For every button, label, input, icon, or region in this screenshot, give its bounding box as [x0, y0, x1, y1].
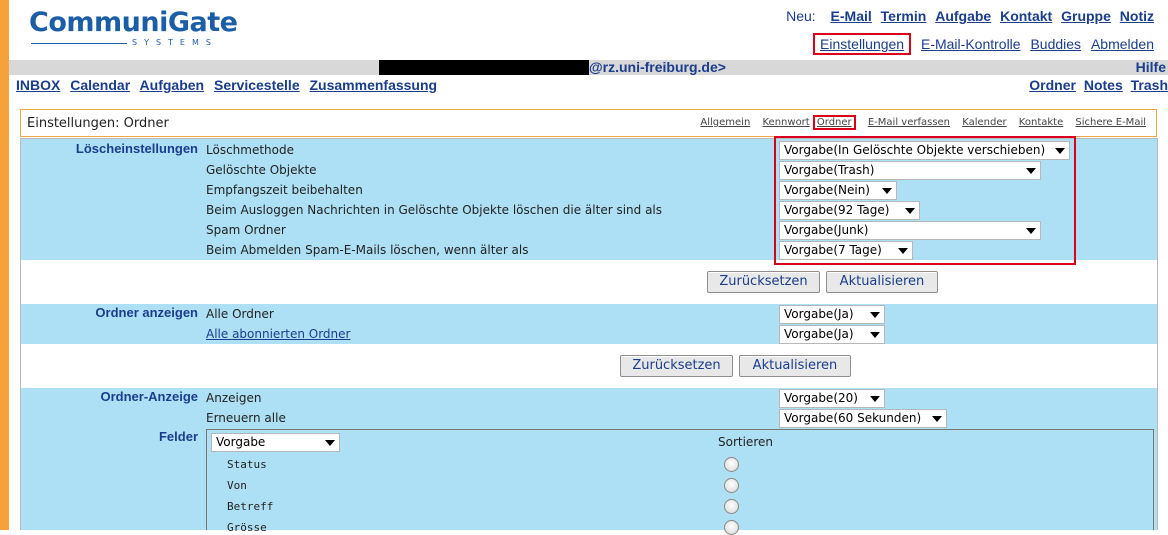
- new-item-menu: Neu: E-Mail Termin Aufgabe Kontakt Grupp…: [786, 8, 1154, 24]
- abmelden-link[interactable]: Abmelden: [1091, 36, 1154, 52]
- chevron-down-icon: [870, 332, 880, 338]
- fields-preset-select[interactable]: Vorgabe: [211, 433, 340, 452]
- anzeigen-count-select[interactable]: Vorgabe(20): [779, 389, 885, 408]
- account-bar: @rz.uni-freiburg.de> Hilfe: [9, 60, 1168, 75]
- email-kontrolle-link[interactable]: E-Mail-Kontrolle: [921, 36, 1021, 52]
- logo-wordmark: CommuniGate: [29, 7, 238, 38]
- erneuern-select[interactable]: Vorgabe(60 Sekunden): [779, 409, 947, 428]
- ausloggen-loeschen-label: Beim Ausloggen Nachrichten in Gelöschte …: [206, 203, 663, 217]
- highlight-box-einstellungen: Einstellungen: [813, 33, 912, 55]
- new-notiz-link[interactable]: Notiz: [1120, 8, 1154, 24]
- loesch-section-label: Löscheinstellungen: [75, 141, 198, 156]
- field-status-label: Status: [227, 458, 267, 471]
- nav-trash[interactable]: Trash: [1131, 77, 1168, 93]
- alle-ordner-label: Alle Ordner: [206, 307, 274, 321]
- nav-zusammenfassung[interactable]: Zusammenfassung: [310, 77, 438, 93]
- geloeschte-objekte-label: Gelöschte Objekte: [206, 163, 317, 177]
- help-link[interactable]: Hilfe: [1136, 60, 1166, 75]
- chevron-down-icon: [325, 440, 335, 446]
- new-label: Neu:: [786, 8, 816, 24]
- account-address: @rz.uni-freiburg.de>: [589, 59, 726, 75]
- tab-kontakte[interactable]: Kontakte: [1019, 117, 1063, 128]
- field-betreff-label: Betreff: [227, 500, 274, 513]
- fields-panel: Vorgabe Sortieren Status Von Betreff Grö…: [206, 429, 1154, 535]
- tab-email-verfassen[interactable]: E-Mail verfassen: [868, 117, 950, 128]
- new-aufgabe-link[interactable]: Aufgabe: [935, 8, 991, 24]
- chevron-down-icon: [870, 396, 880, 402]
- folder-nav: Ordner Notes Trash: [1025, 77, 1168, 93]
- empfangszeit-label: Empfangszeit beibehalten: [206, 183, 363, 197]
- field-von-label: Von: [227, 479, 247, 492]
- erneuern-label: Erneuern alle: [206, 411, 286, 425]
- loeschmethode-label: Löschmethode: [206, 143, 294, 157]
- nav-ordner[interactable]: Ordner: [1029, 77, 1076, 93]
- nav-servicestelle[interactable]: Servicestelle: [214, 77, 300, 93]
- new-kontakt-link[interactable]: Kontakt: [1000, 8, 1052, 24]
- sort-von-radio[interactable]: [724, 478, 739, 493]
- fields-preset-value: Vorgabe: [216, 435, 266, 449]
- anzeigen-count-label: Anzeigen: [206, 391, 262, 405]
- redacted-username: [379, 60, 589, 75]
- page-title: Einstellungen: Ordner: [27, 116, 169, 131]
- tab-sichere-email[interactable]: Sichere E-Mail: [1075, 117, 1146, 128]
- chevron-down-icon: [932, 416, 942, 422]
- sort-column-header: Sortieren: [718, 435, 773, 449]
- sort-groesse-radio[interactable]: [724, 520, 739, 535]
- felder-section-label: Felder: [158, 429, 198, 444]
- loesch-update-button[interactable]: Aktualisieren: [826, 271, 938, 293]
- left-accent-stripe: [0, 0, 9, 530]
- loesch-reset-button[interactable]: Zurücksetzen: [707, 271, 820, 293]
- spam-ordner-label: Spam Ordner: [206, 223, 286, 237]
- logo-tagline: SYSTEMS: [132, 38, 218, 47]
- anzeigen-update-button[interactable]: Aktualisieren: [739, 355, 851, 377]
- anzeigen-section-label: Ordner anzeigen: [95, 305, 198, 320]
- settings-header: Einstellungen: Ordner Allgemein Kennwort…: [20, 109, 1157, 137]
- alle-ordner-select[interactable]: Vorgabe(Ja): [779, 305, 885, 324]
- anzeigen-reset-button[interactable]: Zurücksetzen: [620, 355, 733, 377]
- logo-underline: [31, 43, 127, 44]
- nav-notes[interactable]: Notes: [1084, 77, 1123, 93]
- alle-abonnierten-ordner-link[interactable]: Alle abonnierten Ordner: [206, 324, 350, 344]
- sort-betreff-radio[interactable]: [724, 499, 739, 514]
- abonnierte-ordner-value: Vorgabe(Ja): [784, 327, 854, 341]
- nav-aufgaben[interactable]: Aufgaben: [140, 77, 205, 93]
- highlight-box-loesch-selects: [774, 136, 1076, 265]
- tab-allgemein[interactable]: Allgemein: [700, 117, 750, 128]
- abonnierte-ordner-select[interactable]: Vorgabe(Ja): [779, 325, 885, 344]
- mailbox-nav: INBOX Calendar Aufgaben Servicestelle Zu…: [16, 77, 443, 93]
- field-groesse-label: Grösse: [227, 521, 267, 534]
- buddies-link[interactable]: Buddies: [1030, 36, 1081, 52]
- alle-ordner-value: Vorgabe(Ja): [784, 307, 854, 321]
- einstellungen-link[interactable]: Einstellungen: [820, 36, 904, 52]
- highlight-box-ordner-tab: Ordner: [812, 115, 856, 130]
- tab-kalender[interactable]: Kalender: [962, 117, 1006, 128]
- communigate-logo[interactable]: CommuniGate SYSTEMS: [29, 7, 269, 51]
- tab-ordner[interactable]: Ordner: [817, 117, 852, 128]
- new-termin-link[interactable]: Termin: [881, 8, 927, 24]
- tab-kennwort[interactable]: Kennwort: [763, 117, 810, 128]
- nav-inbox[interactable]: INBOX: [16, 77, 60, 93]
- anzeigen-count-value: Vorgabe(20): [784, 391, 858, 405]
- sort-status-radio[interactable]: [724, 457, 739, 472]
- spam-loeschen-label: Beim Abmelden Spam-E-Mails löschen, wenn…: [206, 243, 529, 257]
- new-gruppe-link[interactable]: Gruppe: [1061, 8, 1111, 24]
- new-email-link[interactable]: E-Mail: [831, 8, 872, 24]
- chevron-down-icon: [870, 312, 880, 318]
- ordner-anzeige-section-label: Ordner-Anzeige: [100, 389, 198, 404]
- settings-tabs: Allgemein Kennwort Ordner E-Mail verfass…: [691, 115, 1146, 130]
- nav-calendar[interactable]: Calendar: [70, 77, 130, 93]
- utility-menu: Einstellungen E-Mail-Kontrolle Buddies A…: [813, 33, 1154, 55]
- erneuern-value: Vorgabe(60 Sekunden): [784, 411, 922, 425]
